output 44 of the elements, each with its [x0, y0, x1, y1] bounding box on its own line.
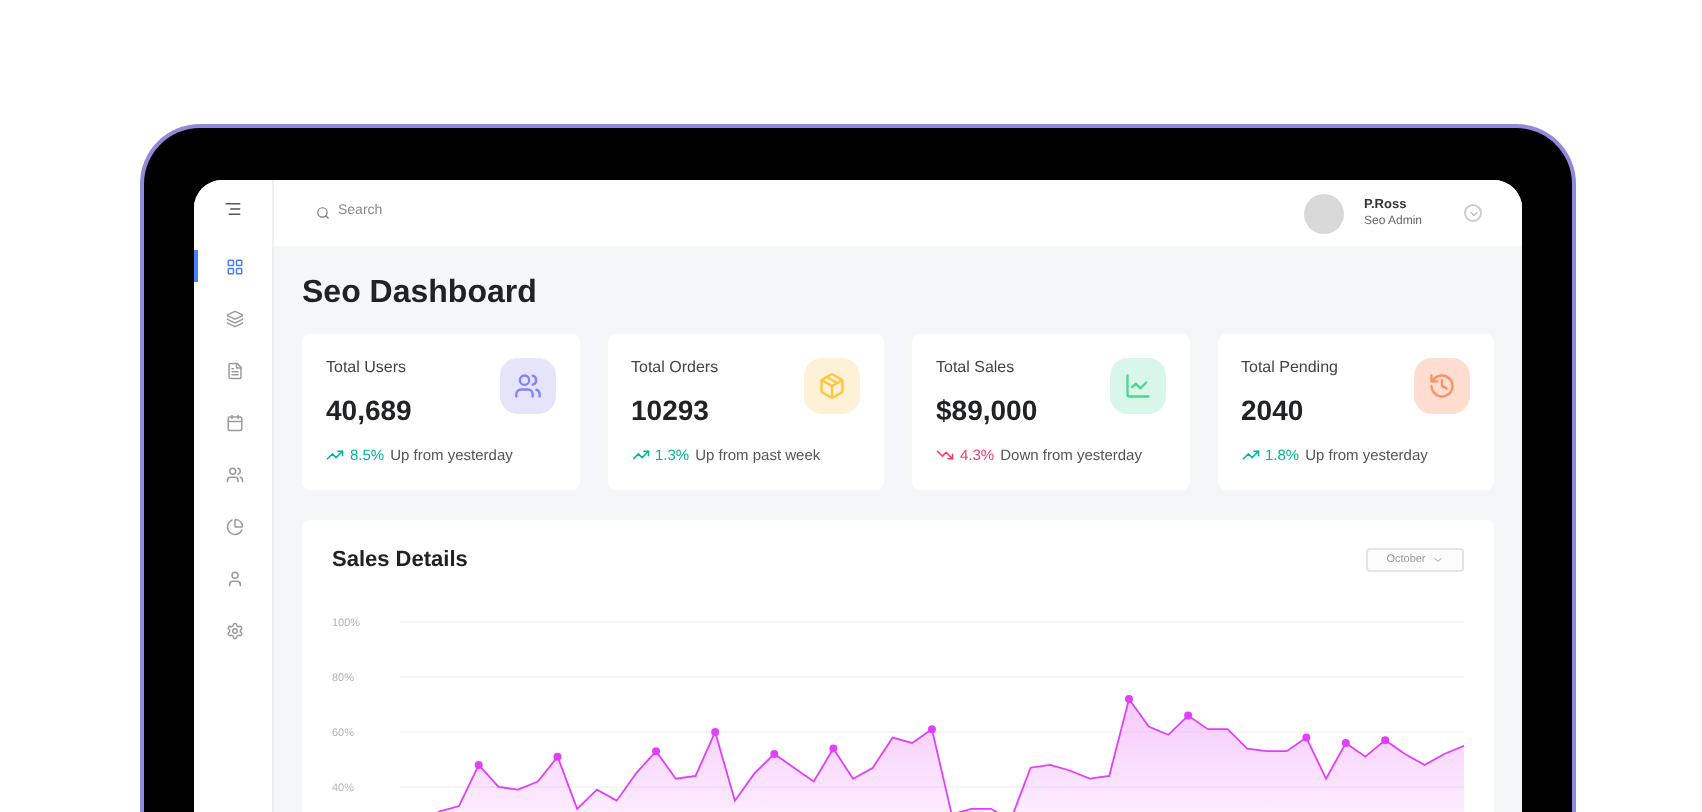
- users-icon: [513, 372, 541, 400]
- card-label: Total Sales: [936, 358, 1017, 378]
- chevron-icon: [1431, 554, 1444, 567]
- clock-icon: [1428, 372, 1456, 400]
- data-point: [829, 743, 838, 752]
- search-icon: [316, 206, 330, 220]
- user-icon: [226, 569, 244, 587]
- data-point: [652, 746, 661, 755]
- card-value: 10293: [631, 394, 711, 426]
- card-value: 2040: [1241, 394, 1306, 426]
- data-point: [770, 748, 779, 757]
- data-point: [711, 727, 720, 735]
- data-point: [927, 724, 936, 733]
- data-point: [1381, 735, 1390, 744]
- trend-up-icon: [631, 446, 649, 465]
- card-value: 40,689: [326, 394, 412, 426]
- layers-icon: [226, 309, 244, 327]
- grid-icon: [226, 257, 244, 275]
- page-title: Seo Dashboard: [302, 274, 539, 314]
- chevron-icon: [1467, 207, 1479, 219]
- panel-title: Sales Details: [332, 546, 468, 576]
- trend-up-icon: [1241, 446, 1259, 465]
- data-point: [1302, 732, 1311, 741]
- line-chart-icon: [1123, 372, 1151, 400]
- card-value: $89,000: [936, 394, 1038, 426]
- data-point: [553, 751, 562, 760]
- card-label: Total Orders: [631, 358, 719, 378]
- settings-icon: [226, 621, 244, 639]
- avatar: [1304, 193, 1344, 233]
- card-label: Total Pending: [1241, 358, 1338, 378]
- data-point: [1125, 694, 1133, 703]
- box-icon: [818, 372, 846, 400]
- pie-chart-icon: [226, 517, 244, 535]
- document-icon: [226, 361, 244, 379]
- users-icon: [226, 465, 244, 483]
- data-point: [474, 759, 483, 768]
- trend-up-icon: [326, 446, 344, 465]
- trend-down-icon: [936, 446, 954, 465]
- data-point: [1341, 737, 1350, 746]
- user-menu-button[interactable]: [1464, 204, 1482, 222]
- card-label: Total Users: [326, 358, 409, 378]
- menu-icon[interactable]: [224, 200, 242, 218]
- data-point: [1184, 710, 1193, 719]
- calendar-icon: [226, 413, 244, 431]
